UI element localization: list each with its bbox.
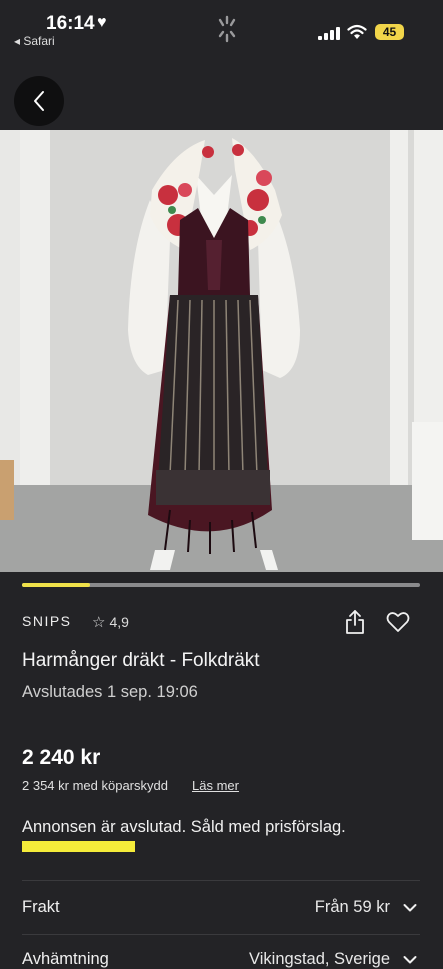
read-more-link[interactable]: Läs mer xyxy=(192,778,239,793)
gallery-progress xyxy=(22,583,420,587)
rating-value: 4,9 xyxy=(109,614,129,630)
seller-rating[interactable]: ☆ 4,9 xyxy=(92,613,129,631)
shipping-value: Från 59 kr xyxy=(314,898,390,916)
listing-price: 2 240 kr xyxy=(22,746,101,769)
clock: 16:14 xyxy=(46,13,95,34)
heart-icon xyxy=(386,612,410,632)
listing-status-message: Annonsen är avslutad. Såld med prisförsl… xyxy=(22,818,346,836)
chevron-down-icon[interactable] xyxy=(403,903,417,913)
divider xyxy=(22,934,420,935)
divider xyxy=(22,880,420,881)
back-button[interactable] xyxy=(14,76,64,126)
battery-indicator: 45 xyxy=(375,24,404,40)
wifi-icon xyxy=(347,24,367,39)
favorite-button[interactable] xyxy=(385,609,411,635)
loading-spinner-icon xyxy=(218,15,236,43)
heart-status-icon: ♥ xyxy=(97,14,107,31)
share-icon xyxy=(346,610,364,634)
buyer-protection-price: 2 354 kr med köparskydd xyxy=(22,778,168,793)
seller-name[interactable]: SNIPS xyxy=(22,613,72,629)
cellular-signal-icon xyxy=(318,27,340,40)
back-to-safari-link[interactable]: ◂ Safari xyxy=(14,34,55,48)
back-arrow-icon xyxy=(34,91,44,111)
chevron-down-icon[interactable] xyxy=(403,955,417,965)
product-photo[interactable] xyxy=(0,130,443,572)
status-highlight-bar xyxy=(22,841,135,852)
status-bar: 16:14 ♥ ◂ Safari 45 xyxy=(0,0,443,52)
listing-ended-date: Avslutades 1 sep. 19:06 xyxy=(22,683,198,701)
gallery-progress-fill xyxy=(22,583,90,587)
share-button[interactable] xyxy=(342,608,368,636)
star-icon: ☆ xyxy=(92,614,106,631)
shipping-label: Frakt xyxy=(22,898,60,916)
listing-title: Harmånger dräkt - Folkdräkt xyxy=(22,650,260,671)
folk-costume-image xyxy=(0,130,443,572)
